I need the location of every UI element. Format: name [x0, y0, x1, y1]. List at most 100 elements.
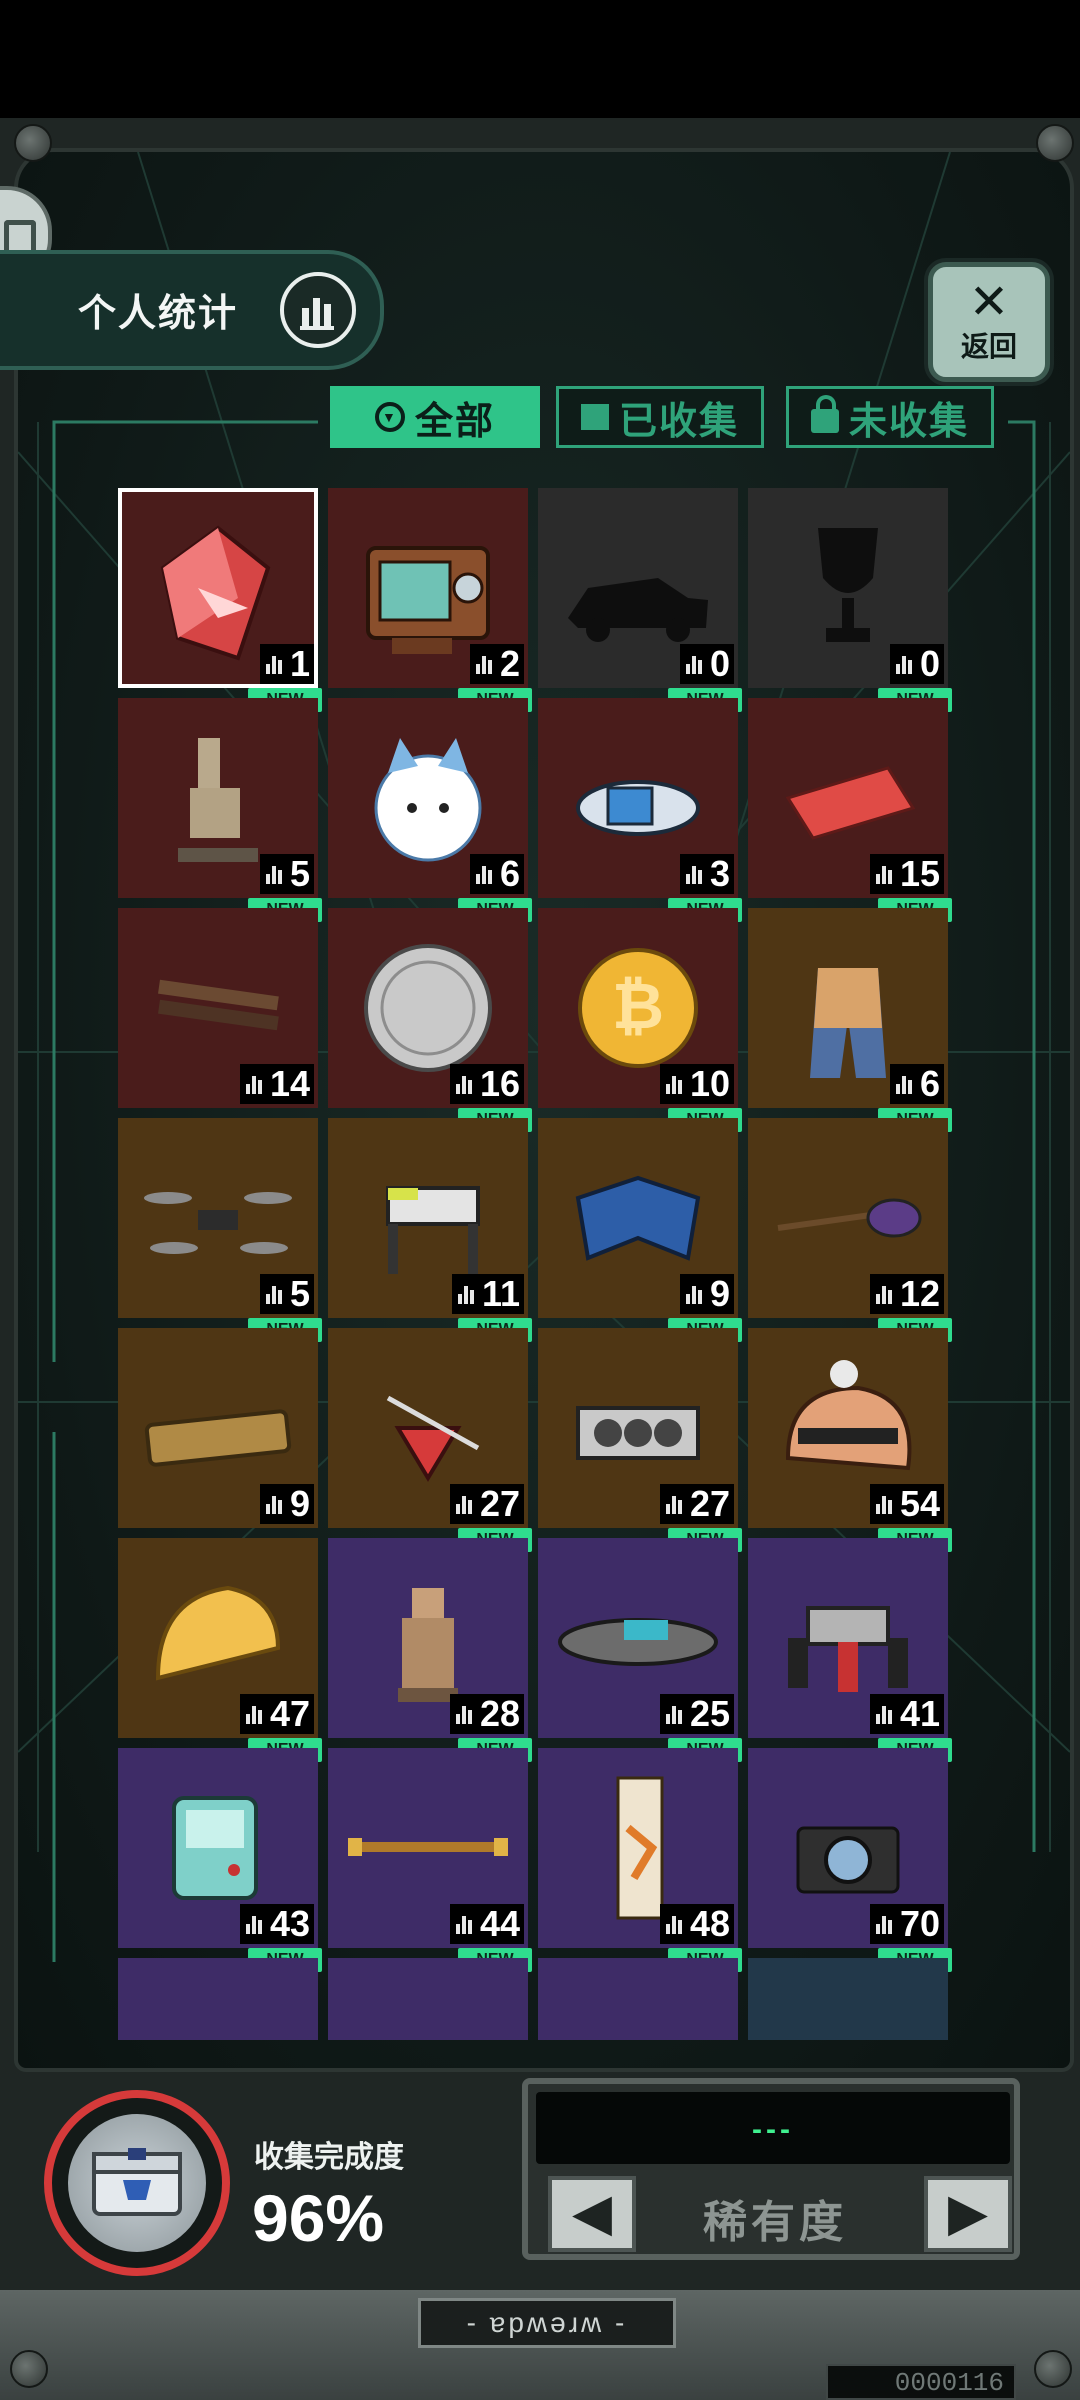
arrow-right-icon: ▶: [948, 2184, 988, 2242]
item-count-value: 54: [899, 1483, 940, 1524]
collection-progress-label: 收集完成度: [254, 2141, 404, 2174]
item-count: 12: [869, 1274, 944, 1314]
item-count-value: 28: [479, 1693, 520, 1734]
tab-uncollected-label: 未收集: [848, 400, 969, 443]
item-count-value: 9: [709, 1273, 730, 1314]
item-card-robot-ship[interactable]: 3: [538, 698, 738, 898]
item-count-value: 6: [499, 853, 520, 894]
item-count: 0: [679, 643, 734, 684]
item-card-robot-dog[interactable]: 11: [328, 1118, 528, 1318]
item-count-value: 15: [899, 853, 940, 894]
item-card-locked-trophy-silhouette[interactable]: 0: [748, 488, 948, 688]
item-count: 41: [869, 1693, 944, 1734]
sort-prev-button[interactable]: ◀: [548, 2176, 636, 2252]
partial-item-3-icon: [538, 1958, 738, 2040]
item-card-dancing-pallbearers[interactable]: 41: [748, 1538, 948, 1738]
item-card-spinning-top[interactable]: 27: [328, 1328, 528, 1528]
item-count: 28: [449, 1693, 524, 1734]
stats-icon: [684, 654, 704, 674]
item-count: 15: [869, 853, 944, 894]
item-count-value: 1: [289, 643, 310, 684]
item-card-overalls[interactable]: 6: [748, 908, 948, 1108]
partial-item-1-icon: [118, 1958, 318, 2040]
stats-icon: [264, 864, 284, 884]
item-card-tiger-scroll[interactable]: 48: [538, 1748, 738, 1948]
item-card-drone[interactable]: 5: [118, 1118, 318, 1318]
collection-progress-ring: [44, 2090, 230, 2276]
stats-icon: [456, 1284, 476, 1304]
stats-icon: [874, 1914, 894, 1934]
item-count-value: 44: [479, 1903, 520, 1944]
stats-icon: [684, 1284, 704, 1304]
bar-chart-icon[interactable]: [280, 272, 356, 348]
item-card-partial-item-3[interactable]: [538, 1958, 738, 2040]
item-card-cat-plush[interactable]: 6: [328, 698, 528, 898]
item-card-horse-statue[interactable]: 5: [118, 698, 318, 898]
item-card-foldable-screen[interactable]: 9: [538, 1118, 738, 1318]
stats-icon: [454, 1704, 474, 1724]
sort-next-button[interactable]: ▶: [924, 2176, 1012, 2252]
item-count: 25: [659, 1694, 734, 1734]
stats-icon: [454, 1074, 474, 1094]
arrow-left-icon: ◀: [572, 2184, 612, 2242]
stats-icon: [664, 1914, 684, 1934]
item-card-meta-card[interactable]: 15: [748, 698, 948, 898]
item-card-phone[interactable]: 9: [118, 1328, 318, 1528]
item-card-crystal-shard[interactable]: 1: [118, 488, 318, 688]
back-label: 返回: [960, 331, 1017, 362]
item-card-locked-car-silhouette[interactable]: 0: [538, 488, 738, 688]
item-count-value: 11: [481, 1273, 520, 1314]
item-card-cheese-wedge[interactable]: 47: [118, 1538, 318, 1738]
item-card-electric-guitar[interactable]: 12: [748, 1118, 948, 1318]
stats-icon: [874, 864, 894, 884]
item-card-ski-helmet[interactable]: 54: [748, 1328, 948, 1528]
item-card-graphics-card[interactable]: 27: [538, 1328, 738, 1528]
item-count: 43: [239, 1904, 314, 1944]
item-count-value: 47: [269, 1693, 310, 1734]
item-count: 9: [259, 1483, 314, 1524]
lock-icon: [810, 395, 839, 433]
tab-all[interactable]: ▼ 全部: [330, 386, 540, 448]
item-count: 48: [659, 1904, 734, 1944]
stats-icon: [874, 1494, 894, 1514]
item-card-retro-tv[interactable]: 2: [328, 488, 528, 688]
item-count: 1: [259, 643, 314, 684]
box-icon: [580, 404, 609, 430]
crate-icon: [68, 2114, 206, 2252]
item-count-value: 5: [289, 853, 310, 894]
stats-icon: [474, 654, 494, 674]
rivet: [1036, 124, 1074, 162]
item-count: 9: [679, 1273, 734, 1314]
item-count-value: 0: [709, 643, 730, 684]
item-card-wooden-chopsticks[interactable]: 14: [118, 908, 318, 1108]
back-button[interactable]: ✕ 返回: [928, 262, 1050, 382]
sort-label: 稀有度: [703, 2198, 847, 2247]
stats-icon: [474, 864, 494, 884]
stats-icon: [894, 654, 914, 674]
item-card-bitcoin[interactable]: ₿ 10: [538, 908, 738, 1108]
item-card-bmo-console[interactable]: 43: [118, 1748, 318, 1948]
item-count: 10: [659, 1064, 734, 1104]
item-count: 16: [449, 1063, 524, 1104]
item-grid: 1NEW2NEW0NEW0NEW5NEW6NEW3NEW15NEW1416NEW…: [118, 488, 952, 2040]
item-count-value: 27: [479, 1483, 520, 1524]
item-card-terracotta-warrior[interactable]: 28: [328, 1538, 528, 1738]
item-card-silver-coin[interactable]: 16: [328, 908, 528, 1108]
filter-icon: ▼: [374, 402, 405, 432]
item-count-value: 41: [899, 1693, 940, 1734]
stats-icon: [664, 1074, 684, 1094]
item-card-golden-staff[interactable]: 44: [328, 1748, 528, 1948]
item-count-value: 27: [689, 1483, 730, 1524]
item-card-basketball[interactable]: [748, 1958, 948, 2040]
item-card-hoverboard[interactable]: 25: [538, 1538, 738, 1738]
item-count: 2: [469, 644, 524, 684]
item-card-partial-item-2[interactable]: [328, 1958, 528, 2040]
tab-uncollected[interactable]: 未收集: [786, 386, 994, 448]
item-count-value: 3: [709, 853, 730, 894]
tab-collected[interactable]: 已收集: [556, 386, 764, 448]
item-count-value: 9: [289, 1483, 310, 1524]
item-count-value: 16: [479, 1063, 520, 1104]
rivet: [14, 124, 52, 162]
item-card-partial-item-1[interactable]: [118, 1958, 318, 2040]
item-card-camera[interactable]: 70: [748, 1748, 948, 1948]
